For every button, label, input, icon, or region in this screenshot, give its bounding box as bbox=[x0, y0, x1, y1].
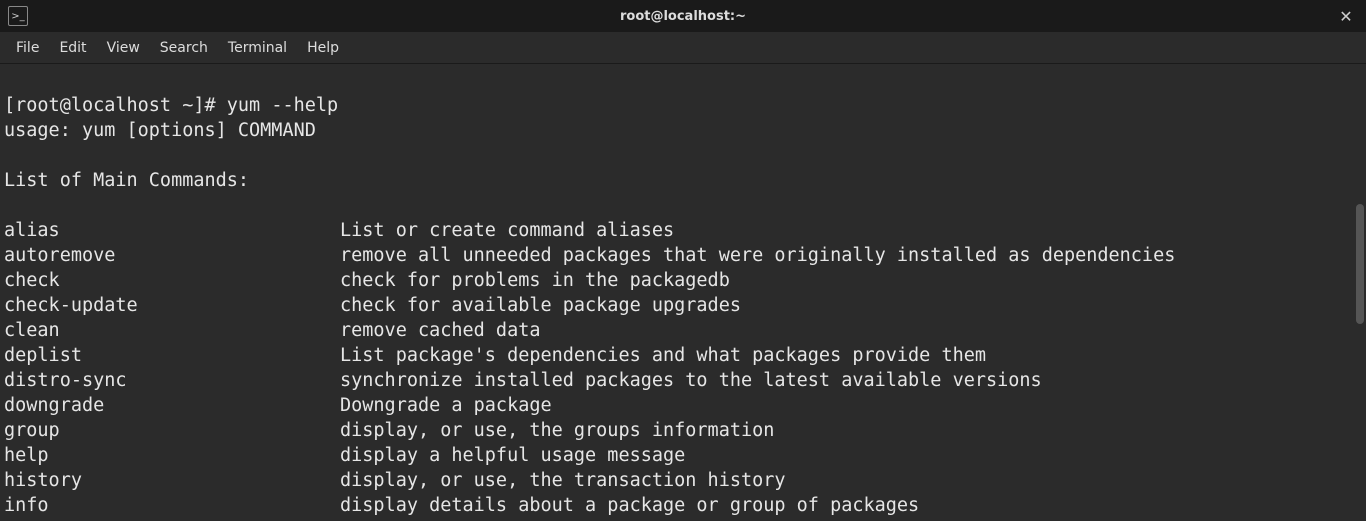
scrollbar-thumb[interactable] bbox=[1356, 204, 1364, 324]
command-row: downgradeDowngrade a package bbox=[4, 393, 1362, 418]
command-name: check-update bbox=[4, 293, 340, 318]
command-row: distro-syncsynchronize installed package… bbox=[4, 368, 1362, 393]
command-desc: remove all unneeded packages that were o… bbox=[340, 243, 1175, 268]
close-icon[interactable]: ✕ bbox=[1334, 7, 1358, 26]
command-row: historydisplay, or use, the transaction … bbox=[4, 468, 1362, 493]
terminal-output[interactable]: [root@localhost ~]# yum --help usage: yu… bbox=[0, 64, 1366, 521]
titlebar: >_ root@localhost:~ ✕ bbox=[0, 0, 1366, 32]
prompt: [root@localhost ~]# bbox=[4, 95, 227, 116]
menu-view[interactable]: View bbox=[97, 34, 150, 62]
entered-command: yum --help bbox=[227, 95, 338, 116]
command-desc: display a helpful usage message bbox=[340, 443, 685, 468]
command-name: clean bbox=[4, 318, 340, 343]
command-row: groupdisplay, or use, the groups informa… bbox=[4, 418, 1362, 443]
command-row: infodisplay details about a package or g… bbox=[4, 493, 1362, 518]
menubar: File Edit View Search Terminal Help bbox=[0, 32, 1366, 64]
command-list: aliasList or create command aliasesautor… bbox=[4, 218, 1362, 521]
menu-help[interactable]: Help bbox=[297, 34, 349, 62]
menu-search[interactable]: Search bbox=[150, 34, 218, 62]
terminal-app-icon: >_ bbox=[8, 6, 28, 26]
command-name: check bbox=[4, 268, 340, 293]
command-name: deplist bbox=[4, 343, 340, 368]
command-name: info bbox=[4, 493, 340, 518]
command-row: deplistList package's dependencies and w… bbox=[4, 343, 1362, 368]
command-row: helpdisplay a helpful usage message bbox=[4, 443, 1362, 468]
menu-terminal[interactable]: Terminal bbox=[218, 34, 297, 62]
commands-heading: List of Main Commands: bbox=[4, 170, 249, 191]
command-desc: display details about a package or group… bbox=[340, 493, 919, 518]
command-row: aliasList or create command aliases bbox=[4, 218, 1362, 243]
command-desc: synchronize installed packages to the la… bbox=[340, 368, 1042, 393]
menu-edit[interactable]: Edit bbox=[49, 34, 96, 62]
command-desc: List package's dependencies and what pac… bbox=[340, 343, 986, 368]
command-name: downgrade bbox=[4, 393, 340, 418]
command-name: distro-sync bbox=[4, 368, 340, 393]
command-desc: List or create command aliases bbox=[340, 218, 674, 243]
command-row: autoremoveremove all unneeded packages t… bbox=[4, 243, 1362, 268]
command-desc: check for available package upgrades bbox=[340, 293, 741, 318]
menu-file[interactable]: File bbox=[6, 34, 49, 62]
command-desc: Downgrade a package bbox=[340, 393, 552, 418]
command-row: cleanremove cached data bbox=[4, 318, 1362, 343]
command-name: group bbox=[4, 418, 340, 443]
window-title: root@localhost:~ bbox=[620, 9, 746, 24]
command-name: help bbox=[4, 443, 340, 468]
command-row: check-updatecheck for available package … bbox=[4, 293, 1362, 318]
command-name: history bbox=[4, 468, 340, 493]
command-desc: display, or use, the transaction history bbox=[340, 468, 786, 493]
command-desc: display, or use, the groups information bbox=[340, 418, 774, 443]
usage-line: usage: yum [options] COMMAND bbox=[4, 120, 316, 141]
command-desc: remove cached data bbox=[340, 318, 540, 343]
command-name: autoremove bbox=[4, 243, 340, 268]
command-row: checkcheck for problems in the packagedb bbox=[4, 268, 1362, 293]
command-name: alias bbox=[4, 218, 340, 243]
command-desc: check for problems in the packagedb bbox=[340, 268, 730, 293]
